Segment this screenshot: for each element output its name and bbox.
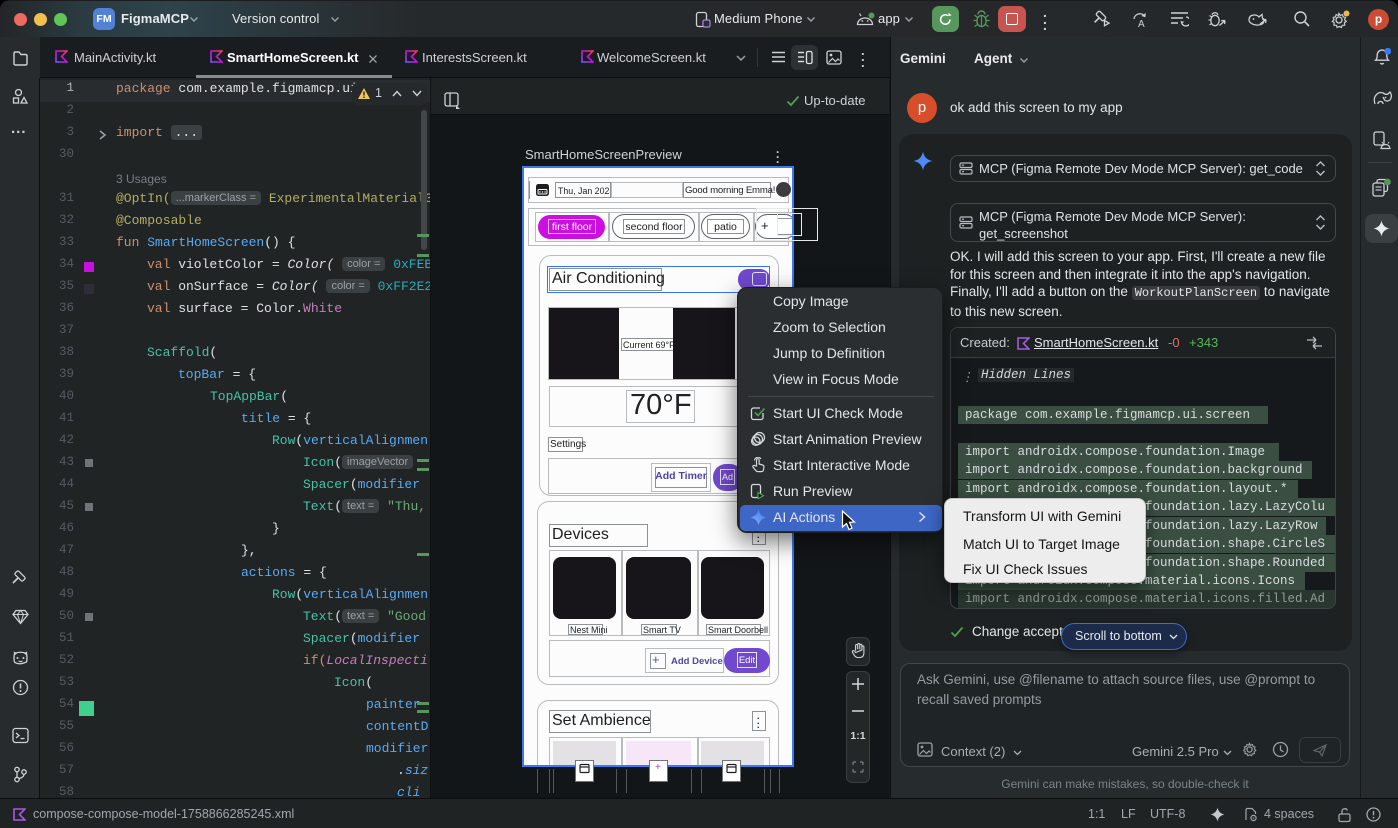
- svg-text:A: A: [1138, 19, 1145, 29]
